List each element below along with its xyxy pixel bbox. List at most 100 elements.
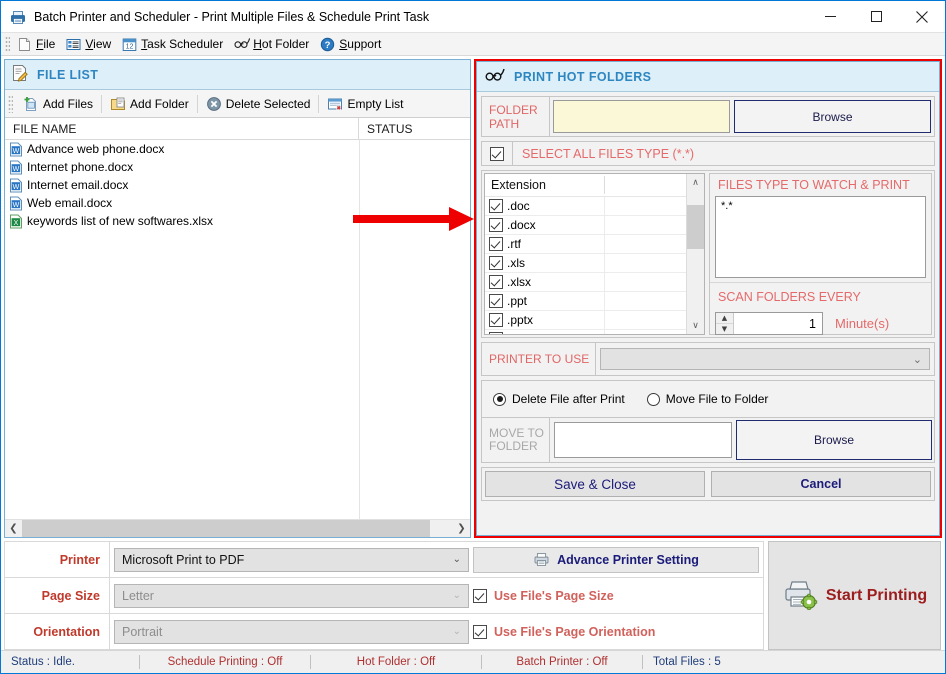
table-row[interactable]: W Internet phone.docx [5,158,470,176]
menu-item-view[interactable]: View [62,34,118,54]
radio-move-to-folder-label: Move File to Folder [666,392,769,406]
extension-cell[interactable]: .ppt [485,292,605,310]
move-to-folder-input[interactable] [554,422,732,458]
scrollbar-thumb[interactable] [22,520,430,537]
save-and-close-button[interactable]: Save & Close [485,471,705,497]
select-all-label: SELECT ALL FILES TYPE (*.*) [513,142,934,165]
scrollbar-thumb[interactable] [687,205,704,249]
list-item[interactable]: .docx [485,216,686,235]
printer-gear-icon [782,578,818,613]
cancel-button[interactable]: Cancel [711,471,931,497]
extension-checkbox[interactable] [489,237,503,251]
scrollbar-track[interactable] [22,520,453,537]
select-all-files-type-row[interactable]: SELECT ALL FILES TYPE (*.*) [481,141,935,166]
page-size-label: Page Size [5,578,110,613]
scrollbar-track[interactable] [687,191,704,317]
table-row[interactable]: W Web email.docx [5,194,470,212]
select-all-checkbox[interactable] [490,147,504,161]
status-cell-hot-folder: Hot Folder : Off [311,651,481,673]
extension-cell[interactable]: .rtf [485,235,605,253]
stepper-buttons[interactable]: ▲ ▼ [716,313,734,334]
maximize-button[interactable] [853,1,899,32]
menu-item-hot-folder[interactable]: Hot Folder [230,34,316,54]
folder-path-input[interactable] [553,100,730,133]
scroll-right-icon[interactable]: ❯ [453,520,470,537]
table-row[interactable]: X keywords list of new softwares.xlsx [5,212,470,230]
select-all-checkbox-cell[interactable] [482,142,513,165]
printer-to-use-select[interactable]: ⌄ [600,348,930,370]
start-printing-button[interactable]: Start Printing [768,541,941,650]
table-row[interactable]: W Internet email.docx [5,176,470,194]
scroll-left-icon[interactable]: ❮ [5,520,22,537]
extension-cell[interactable]: .doc [485,197,605,215]
column-header-file-name[interactable]: FILE NAME [5,118,359,139]
extension-checkbox[interactable] [489,313,503,327]
extension-cell[interactable]: .pub [485,330,605,334]
list-item[interactable]: .doc [485,197,686,216]
svg-text:W: W [13,166,20,173]
stepper-down-icon[interactable]: ▼ [716,323,733,334]
extension-checkbox[interactable] [489,275,503,289]
scroll-up-icon[interactable]: ∧ [687,174,704,191]
hot-folders-body: FOLDER PATH Browse SELECT ALL FILES TYPE… [477,92,939,535]
use-page-orientation-checkbox-row[interactable]: Use File's Page Orientation [473,625,759,639]
files-type-to-watch-input[interactable]: *.* [715,196,926,278]
extension-column-header[interactable]: Extension [485,174,686,197]
extension-checkbox[interactable] [489,218,503,232]
delete-selected-button[interactable]: Delete Selected [199,92,318,115]
printer-select[interactable]: Microsoft Print to PDF ⌄ [114,548,469,572]
use-page-size-label: Use File's Page Size [494,589,614,603]
use-page-orientation-cell: Use File's Page Orientation [469,625,759,639]
menu-item-file[interactable]: File [13,34,62,54]
extension-checkbox[interactable] [489,199,503,213]
radio-delete-after-print[interactable]: Delete File after Print [493,392,625,406]
extension-cell[interactable]: .xlsx [485,273,605,291]
svg-text:?: ? [325,39,331,50]
table-row[interactable]: W Advance web phone.docx [5,140,470,158]
extension-cell[interactable]: .docx [485,216,605,234]
extension-checkbox[interactable] [489,332,503,334]
list-item[interactable]: .ppt [485,292,686,311]
folder-path-browse-button[interactable]: Browse [734,100,931,133]
extension-cell[interactable]: .xls [485,254,605,272]
hot-folders-header: PRINT HOT FOLDERS [477,62,939,92]
radio-button[interactable] [493,393,506,406]
extension-vertical-scrollbar[interactable]: ∧ ∨ [686,174,704,334]
add-files-button[interactable]: Add Files [16,92,100,115]
view-list-icon [66,37,81,52]
menu-item-task-scheduler[interactable]: 12 Task Scheduler [118,34,230,54]
advance-printer-setting-button[interactable]: Advance Printer Setting [473,547,759,573]
column-header-status[interactable]: STATUS [359,118,470,139]
orientation-select[interactable]: Portrait ⌄ [114,620,469,644]
list-item[interactable]: .pub [485,330,686,334]
extension-table: Extension .doc [484,173,705,335]
extension-cell[interactable]: .pptx [485,311,605,329]
printer-icon [533,552,550,567]
extension-checkbox[interactable] [489,294,503,308]
radio-move-to-folder[interactable]: Move File to Folder [647,392,769,406]
scan-interval-stepper[interactable]: ▲ ▼ 1 [715,312,823,335]
extension-label: .docx [507,218,536,232]
file-name: keywords list of new softwares.xlsx [27,214,213,228]
list-item[interactable]: .pptx [485,311,686,330]
radio-button[interactable] [647,393,660,406]
page-size-select[interactable]: Letter ⌄ [114,584,469,608]
list-item[interactable]: .xls [485,254,686,273]
use-page-size-checkbox[interactable] [473,589,487,603]
menu-item-support[interactable]: ? Support [316,34,388,54]
scan-interval-value[interactable]: 1 [734,313,822,334]
move-to-folder-browse-button[interactable]: Browse [736,420,932,460]
minimize-button[interactable] [807,1,853,32]
use-page-size-checkbox-row[interactable]: Use File's Page Size [473,589,759,603]
scroll-down-icon[interactable]: ∨ [687,317,704,334]
list-item[interactable]: .rtf [485,235,686,254]
extension-label: .xlsx [507,275,531,289]
stepper-up-icon[interactable]: ▲ [716,313,733,323]
extension-checkbox[interactable] [489,256,503,270]
use-page-orientation-checkbox[interactable] [473,625,487,639]
close-button[interactable] [899,1,945,32]
file-list-horizontal-scrollbar[interactable]: ❮ ❯ [5,519,470,537]
list-item[interactable]: .xlsx [485,273,686,292]
empty-list-button[interactable]: Empty List [320,92,410,115]
add-folder-button[interactable]: Add Folder [103,92,196,115]
